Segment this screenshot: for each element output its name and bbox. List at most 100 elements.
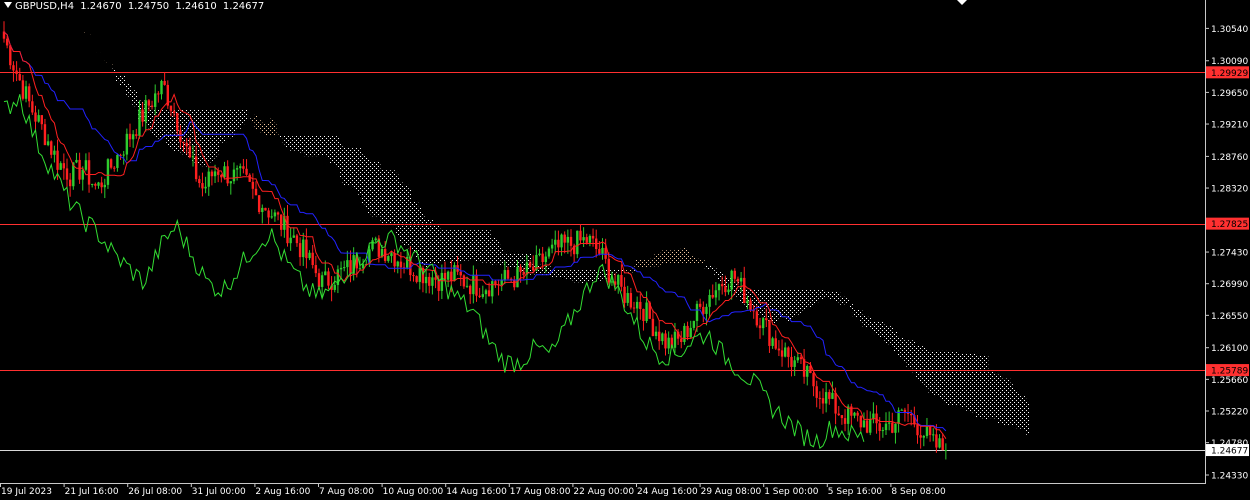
candle-body bbox=[185, 142, 188, 147]
cloud-segment bbox=[484, 230, 488, 263]
cloud-segment bbox=[270, 118, 274, 136]
price-tick-label: 1.28760 bbox=[1211, 153, 1248, 163]
dropdown-triangle-icon[interactable] bbox=[4, 2, 12, 8]
candle-body bbox=[815, 386, 818, 398]
cloud-segment bbox=[257, 119, 261, 130]
candle-body bbox=[34, 112, 37, 122]
time-tick-label: 14 Aug 16:00 bbox=[446, 487, 507, 497]
cloud-segment bbox=[641, 259, 645, 268]
candle-body bbox=[84, 160, 88, 170]
low-value: 1.24610 bbox=[175, 1, 217, 12]
cloud-segment bbox=[616, 269, 620, 272]
cloud-segment bbox=[440, 230, 444, 262]
cloud-segment bbox=[115, 75, 119, 82]
cloud-segment bbox=[761, 289, 765, 318]
cloud-segment bbox=[254, 114, 258, 130]
candle-body bbox=[910, 413, 913, 416]
candle-body bbox=[532, 266, 535, 271]
time-tick-label: 1 Sep 00:00 bbox=[764, 487, 819, 497]
candle-body bbox=[793, 360, 796, 367]
cloud-segment bbox=[966, 353, 970, 412]
cloud-segment bbox=[109, 64, 113, 65]
cloud-segment bbox=[260, 122, 264, 133]
candle-body bbox=[141, 109, 144, 122]
candle-body bbox=[472, 274, 475, 295]
candle-body bbox=[865, 420, 869, 433]
candle-body bbox=[267, 210, 270, 218]
cloud-segment bbox=[890, 326, 894, 346]
cloud-segment bbox=[222, 109, 227, 143]
cloud-segment bbox=[950, 350, 954, 406]
cloud-segment bbox=[96, 51, 101, 53]
price-chart[interactable]: 1.30540 1.30090 1.29650 1.29210 1.28760 1.283… bbox=[0, 0, 1250, 500]
candle-body bbox=[513, 280, 516, 288]
candle-body bbox=[109, 159, 113, 168]
price-tick-label: 1.25660 bbox=[1211, 376, 1248, 386]
candle-body bbox=[516, 266, 519, 288]
cloud-segment bbox=[941, 350, 945, 400]
cloud-segment bbox=[922, 345, 926, 385]
cloud-segment bbox=[969, 353, 973, 412]
cloud-segment bbox=[367, 159, 371, 215]
cloud-segment bbox=[667, 250, 671, 264]
candle-body bbox=[251, 181, 255, 189]
cloud-segment bbox=[648, 258, 652, 267]
candle-body bbox=[916, 424, 919, 436]
cloud-segment bbox=[815, 289, 819, 303]
price-tick-label: 1.26550 bbox=[1211, 312, 1248, 322]
cloud-segment bbox=[893, 331, 897, 352]
candle-body bbox=[749, 300, 752, 311]
candle-body bbox=[806, 365, 809, 377]
cloud-segment bbox=[1026, 400, 1030, 435]
cloud-segment bbox=[717, 271, 721, 282]
cloud-segment bbox=[960, 353, 964, 409]
cloud-segment bbox=[418, 207, 422, 261]
candle-body bbox=[639, 301, 642, 309]
candle-body bbox=[746, 300, 749, 304]
cloud-segment bbox=[474, 230, 479, 262]
candle-body bbox=[308, 252, 311, 259]
cloud-segment bbox=[333, 135, 337, 165]
cloud-segment bbox=[862, 315, 866, 327]
price-tick-label: 1.24330 bbox=[1211, 472, 1248, 482]
candle-body bbox=[393, 253, 396, 267]
candle-body bbox=[721, 284, 724, 287]
cloud-segment bbox=[871, 321, 875, 333]
cloud-segment bbox=[582, 269, 586, 284]
candle-body bbox=[371, 240, 374, 250]
cloud-segment bbox=[219, 109, 223, 143]
candle-body bbox=[320, 275, 324, 287]
candle-body bbox=[248, 174, 251, 182]
candle-body bbox=[106, 159, 110, 185]
candle-body bbox=[544, 256, 547, 263]
cloud-segment bbox=[295, 135, 299, 151]
cloud-segment bbox=[263, 123, 267, 136]
cloud-segment bbox=[972, 353, 976, 414]
candle-body bbox=[226, 166, 229, 184]
cloud-segment bbox=[793, 289, 797, 317]
candle-body bbox=[18, 74, 21, 81]
cloud-segment bbox=[207, 109, 211, 164]
candle-body bbox=[302, 239, 305, 258]
candle-body bbox=[799, 357, 803, 360]
cloud-segment bbox=[380, 169, 384, 224]
cloud-segment bbox=[789, 289, 794, 320]
candle-body bbox=[878, 423, 881, 431]
candle-body bbox=[116, 154, 119, 168]
candle-body bbox=[361, 264, 365, 269]
candle-body bbox=[632, 307, 636, 309]
cloud-segment bbox=[796, 289, 800, 315]
cloud-segment bbox=[427, 219, 431, 265]
cloud-segment bbox=[311, 135, 315, 157]
cloud-segment bbox=[166, 109, 170, 146]
candle-body bbox=[5, 38, 9, 46]
candle-body bbox=[601, 247, 604, 254]
cloud-segment bbox=[292, 135, 296, 151]
price-axis[interactable]: 1.30540 1.30090 1.29650 1.29210 1.28760 1.283… bbox=[1205, 25, 1248, 482]
time-tick-label: 5 Sep 16:00 bbox=[828, 487, 883, 497]
candle-body bbox=[191, 156, 195, 158]
cloud-segment bbox=[279, 135, 283, 138]
candle-body bbox=[213, 171, 217, 177]
open-value: 1.24670 bbox=[80, 1, 122, 12]
candle-body bbox=[75, 159, 78, 163]
